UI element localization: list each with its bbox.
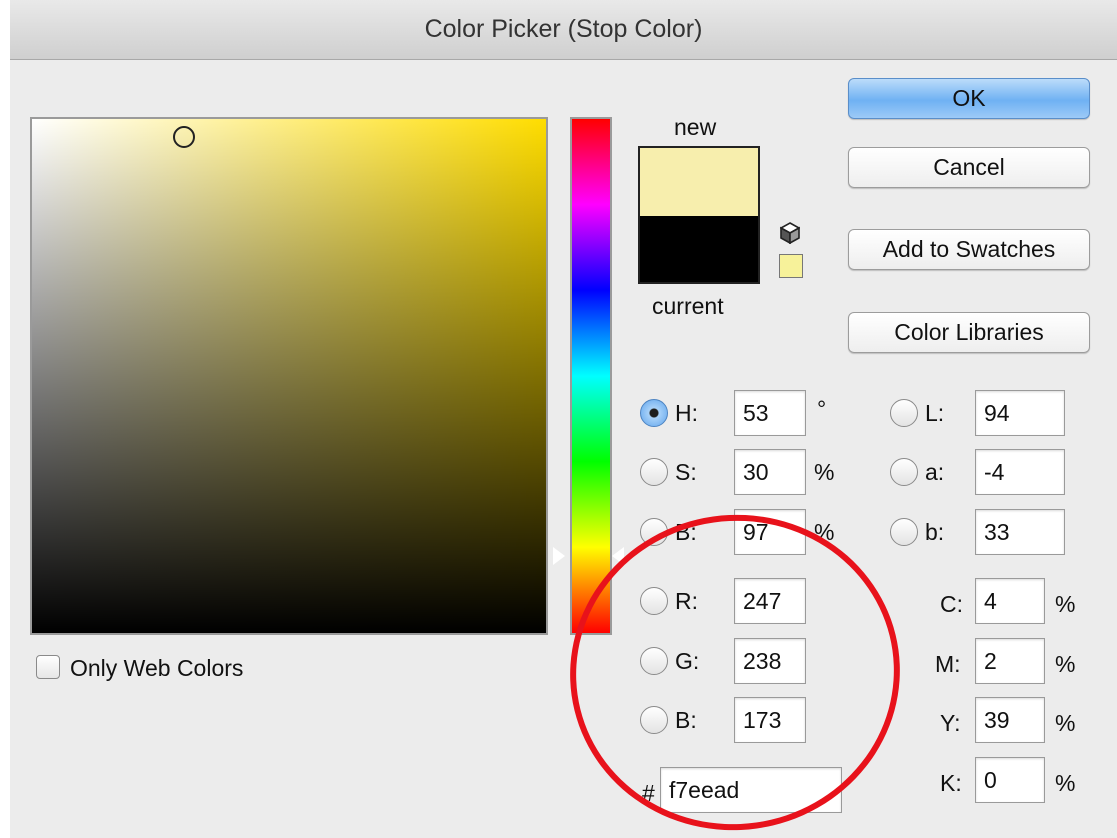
h-radio[interactable] [640, 399, 668, 427]
hex-field[interactable] [660, 767, 842, 813]
c-label: C: [940, 591, 963, 617]
only-web-colors-checkbox[interactable] [36, 655, 60, 679]
y-label: Y: [940, 710, 961, 736]
s-field[interactable] [734, 449, 806, 495]
cube-icon[interactable] [780, 222, 800, 244]
add-to-swatches-button[interactable]: Add to Swatches [848, 229, 1090, 270]
s-label: S: [675, 459, 697, 485]
s-radio[interactable] [640, 458, 668, 486]
k-label: K: [940, 770, 962, 796]
y-unit: % [1055, 710, 1076, 736]
r-field[interactable] [734, 578, 806, 624]
color-field[interactable] [30, 117, 548, 635]
lab-b-field[interactable] [975, 509, 1065, 555]
k-unit: % [1055, 770, 1076, 796]
l-field[interactable] [975, 390, 1065, 436]
y-field[interactable] [975, 697, 1045, 743]
m-label: M: [935, 651, 961, 677]
a-field[interactable] [975, 449, 1065, 495]
new-color-swatch [638, 146, 760, 216]
hue-slider-right-arrow[interactable] [612, 547, 624, 565]
a-radio[interactable] [890, 458, 918, 486]
cancel-button[interactable]: Cancel [848, 147, 1090, 188]
hex-label: # [642, 780, 655, 806]
lab-b-label: b: [925, 519, 945, 545]
g-field[interactable] [734, 638, 806, 684]
color-libraries-button[interactable]: Color Libraries [848, 312, 1090, 353]
current-color-swatch[interactable] [638, 216, 760, 284]
new-label: new [674, 114, 717, 140]
only-web-colors-label: Only Web Colors [70, 655, 244, 681]
hue-slider-left-arrow[interactable] [552, 546, 565, 566]
window-title: Color Picker (Stop Color) [424, 15, 703, 43]
h-label: H: [675, 400, 698, 426]
m-unit: % [1055, 651, 1076, 677]
l-label: L: [925, 400, 945, 426]
a-label: a: [925, 459, 945, 485]
ok-button[interactable]: OK [848, 78, 1090, 119]
c-field[interactable] [975, 578, 1045, 624]
g-label: G: [675, 648, 700, 674]
c-unit: % [1055, 591, 1076, 617]
window-edge [0, 0, 10, 838]
h-field[interactable] [734, 390, 806, 436]
l-radio[interactable] [890, 399, 918, 427]
b-brightness-label: B: [675, 519, 697, 545]
b-brightness-unit: % [814, 519, 835, 545]
b-brightness-field[interactable] [734, 509, 806, 555]
b-blue-label: B: [675, 707, 697, 733]
r-label: R: [675, 588, 698, 614]
h-unit: ° [817, 396, 827, 422]
b-blue-radio[interactable] [640, 706, 668, 734]
b-blue-field[interactable] [734, 697, 806, 743]
hue-slider[interactable] [570, 117, 612, 635]
color-field-cursor[interactable] [173, 126, 195, 148]
m-field[interactable] [975, 638, 1045, 684]
lab-b-radio[interactable] [890, 518, 918, 546]
s-unit: % [814, 459, 835, 485]
gamut-warning-swatch[interactable] [779, 254, 803, 278]
b-brightness-radio[interactable] [640, 518, 668, 546]
g-radio[interactable] [640, 647, 668, 675]
k-field[interactable] [975, 757, 1045, 803]
title-bar: Color Picker (Stop Color) [10, 0, 1117, 60]
r-radio[interactable] [640, 587, 668, 615]
current-label: current [652, 293, 724, 319]
